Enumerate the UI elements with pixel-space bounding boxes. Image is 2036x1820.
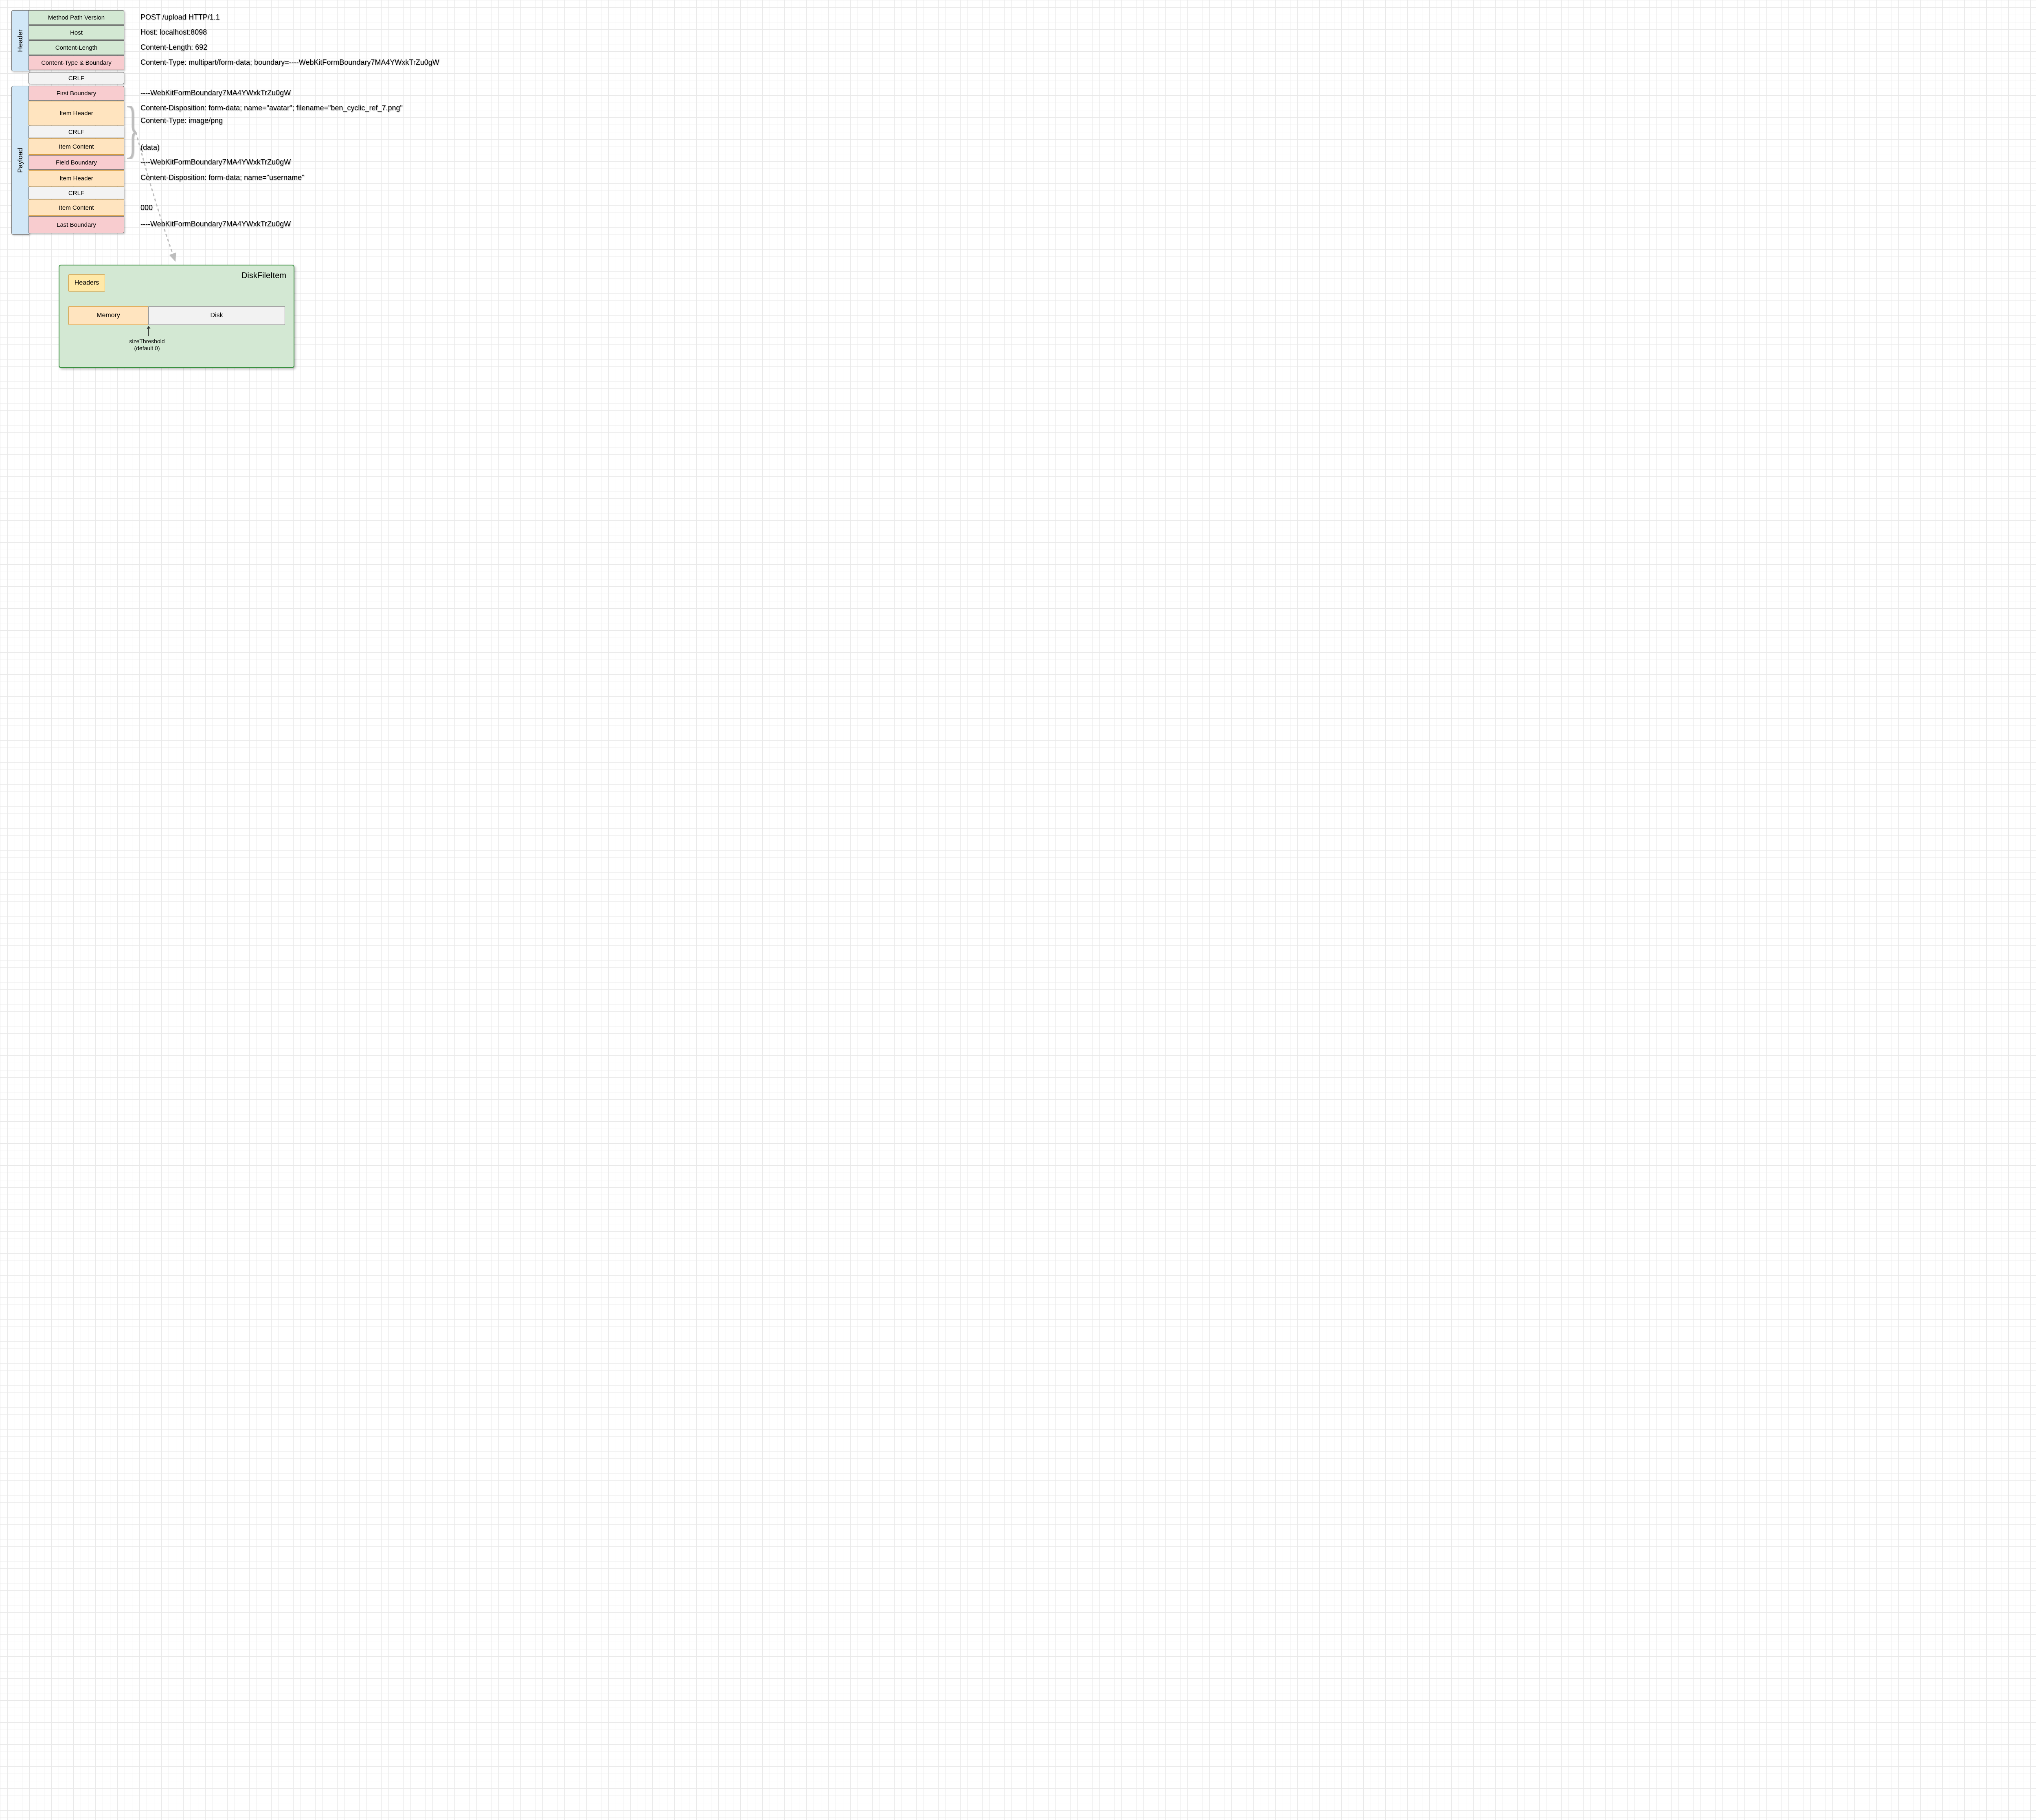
brace-icon: [125, 106, 136, 159]
chip-memory: Memory: [68, 306, 148, 325]
chip-headers: Headers: [68, 274, 105, 292]
row-item-header-1: Item Header: [29, 101, 124, 125]
threshold-arrow-icon: [145, 325, 153, 337]
raw-line-6: Content-Disposition: form-data; name="av…: [140, 104, 403, 112]
diagram-stage: Header Payload Method Path Version Host …: [0, 0, 521, 391]
raw-line-1: Host: localhost:8098: [140, 28, 207, 37]
payload-section-label: Payload: [11, 86, 29, 235]
raw-line-13: 000: [140, 204, 153, 212]
raw-line-2: Content-Length: 692: [140, 43, 207, 52]
row-content-length: Content-Length: [29, 40, 124, 55]
raw-line-5: ----WebKitFormBoundary7MA4YWxkTrZu0gW: [140, 89, 291, 97]
raw-line-7: Content-Type: image/png: [140, 116, 223, 125]
row-method-path-version: Method Path Version: [29, 10, 124, 25]
row-field-boundary: Field Boundary: [29, 155, 124, 170]
row-item-content-1: Item Content: [29, 138, 124, 155]
chip-disk: Disk: [148, 306, 285, 325]
threshold-note: sizeThreshold (default 0): [121, 338, 173, 352]
row-crlf-3: CRLF: [29, 187, 124, 199]
row-last-boundary: Last Boundary: [29, 216, 124, 233]
row-item-header-2: Item Header: [29, 170, 124, 186]
raw-line-3: Content-Type: multipart/form-data; bound…: [140, 58, 439, 67]
raw-line-0: POST /upload HTTP/1.1: [140, 13, 220, 22]
panel-title: DiskFileItem: [241, 271, 286, 281]
header-label-text: Header: [16, 29, 24, 52]
raw-line-14: ----WebKitFormBoundary7MA4YWxkTrZu0gW: [140, 220, 291, 228]
row-first-boundary: First Boundary: [29, 86, 124, 101]
row-content-type-boundary: Content-Type & Boundary: [29, 55, 124, 70]
row-item-content-2: Item Content: [29, 200, 124, 216]
row-crlf-2: CRLF: [29, 126, 124, 138]
diskfileitem-panel: DiskFileItem Headers Memory Disk sizeThr…: [59, 265, 294, 368]
row-host: Host: [29, 25, 124, 40]
raw-line-10: ----WebKitFormBoundary7MA4YWxkTrZu0gW: [140, 158, 291, 167]
payload-label-text: Payload: [16, 148, 24, 173]
raw-line-11: Content-Disposition: form-data; name="us…: [140, 173, 304, 182]
raw-line-9: (data): [140, 143, 160, 152]
header-section-label: Header: [11, 10, 29, 71]
row-crlf-1: CRLF: [29, 72, 124, 84]
